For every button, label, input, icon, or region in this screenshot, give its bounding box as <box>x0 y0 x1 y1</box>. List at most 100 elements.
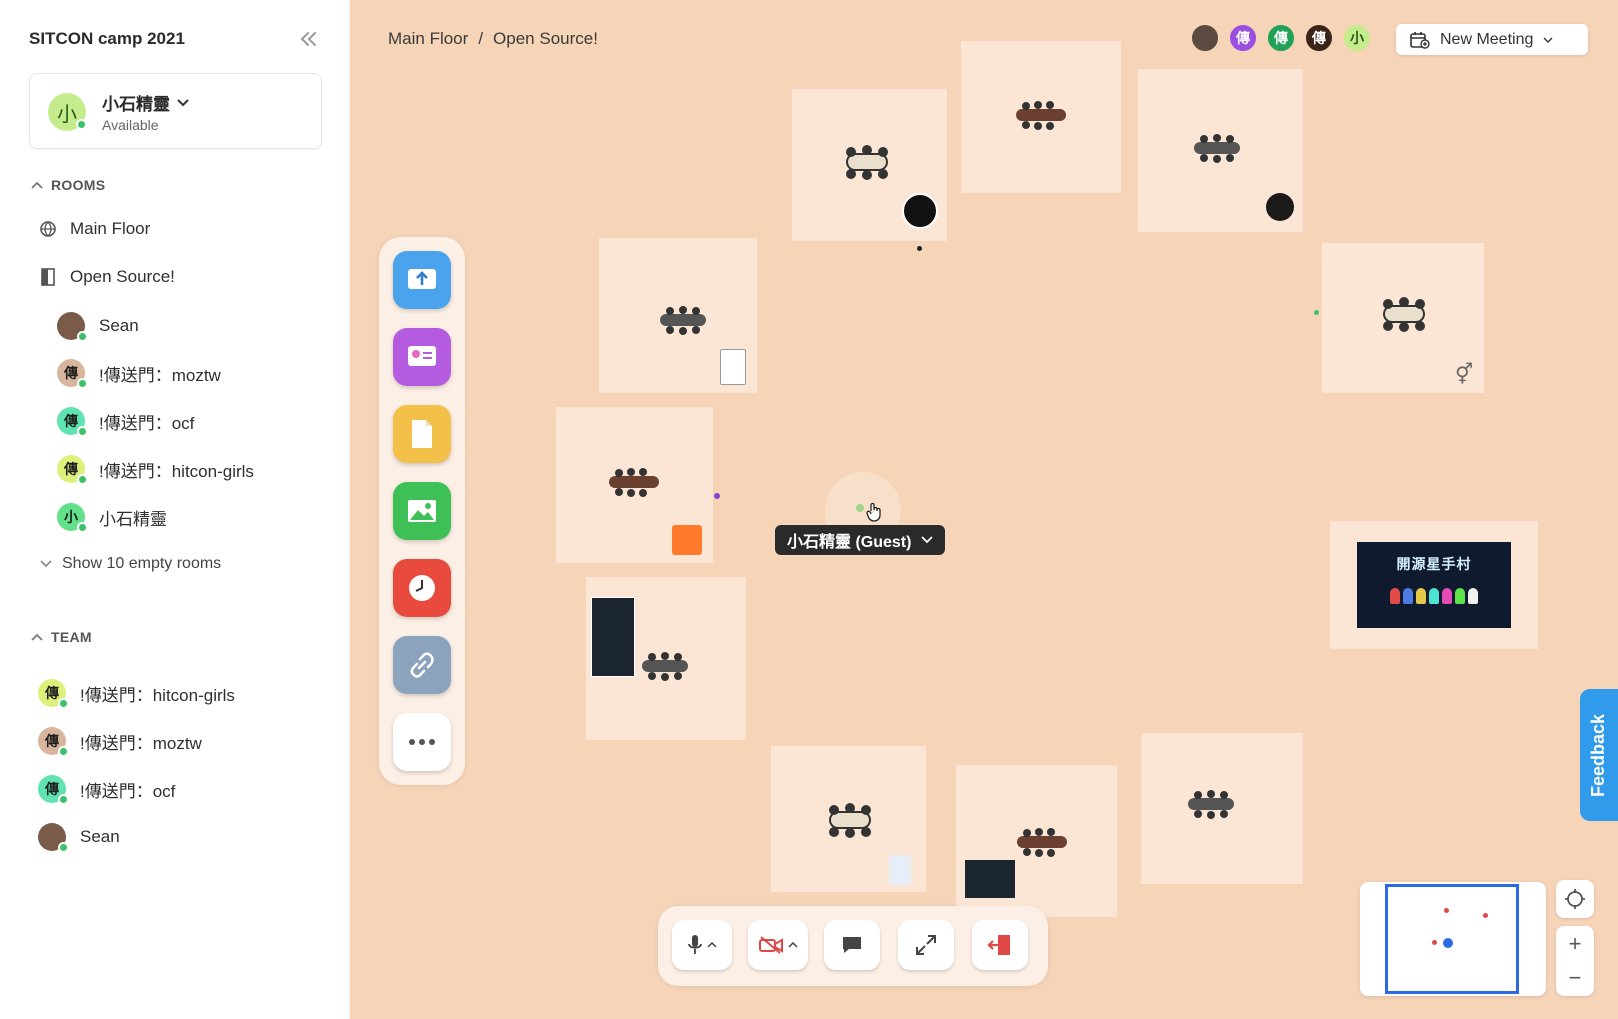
link-tool-button[interactable] <box>393 636 451 694</box>
new-meeting-label: New Meeting <box>1440 30 1534 48</box>
member-name: Sean <box>99 316 139 335</box>
team-member-row[interactable]: 傳 !傳送門：moztw <box>38 725 202 757</box>
participant-avatar[interactable]: 傳 <box>1304 23 1334 53</box>
gender-symbol-icon[interactable]: ⚥ <box>1455 362 1473 387</box>
member-name: 小石精靈 <box>99 509 167 529</box>
online-status-dot <box>58 698 69 709</box>
poster-icon[interactable] <box>720 349 746 385</box>
my-name-text: 小石精靈 (Guest) <box>787 534 912 551</box>
fullscreen-button[interactable] <box>898 920 954 970</box>
camera-off-icon <box>759 936 783 954</box>
minimap[interactable] <box>1360 882 1546 996</box>
whiteboard-icon <box>408 346 436 366</box>
chevron-down-icon <box>1543 37 1553 43</box>
breadcrumb: Main Floor / Open Source! <box>388 29 598 49</box>
sticker-logo-icon[interactable] <box>1266 193 1294 221</box>
sidebar: SITCON camp 2021 小 小石精靈 Available ROOMS <box>0 0 350 1019</box>
upload-tool-button[interactable] <box>393 251 451 309</box>
calendar-add-icon <box>1410 31 1430 49</box>
participant-avatars: 傳 傳 傳 小 <box>1190 23 1372 53</box>
participant-initial: 傳 <box>1274 30 1288 46</box>
current-user-name-row[interactable]: 小石精靈 <box>102 90 190 115</box>
rooms-section-toggle[interactable]: ROOMS <box>31 177 105 193</box>
table-icon <box>1016 101 1066 130</box>
breadcrumb-root[interactable]: Main Floor <box>388 29 468 49</box>
chevron-up-icon <box>31 181 43 189</box>
member-initial: 小 <box>64 509 78 525</box>
member-avatar: 傳 <box>57 455 88 485</box>
current-user-card[interactable]: 小 小石精靈 Available <box>29 73 322 149</box>
team-member-row[interactable]: 傳 !傳送門：ocf <box>38 773 175 805</box>
more-horizontal-icon <box>409 739 435 745</box>
chevron-up-icon <box>31 633 43 641</box>
screen-share-characters <box>1390 588 1478 604</box>
member-name: !傳送門：moztw <box>99 365 221 385</box>
hand-cursor-icon <box>866 502 881 522</box>
room-main-floor[interactable]: Main Floor <box>38 214 150 244</box>
poster-icon[interactable] <box>965 860 1015 898</box>
member-initial: 傳 <box>64 413 78 429</box>
table-icon <box>829 803 871 838</box>
current-user-status: Available <box>102 117 159 133</box>
microphone-button[interactable] <box>672 920 732 970</box>
tool-dock <box>379 237 465 785</box>
participant-avatar[interactable]: 傳 <box>1228 23 1258 53</box>
show-empty-rooms-toggle[interactable]: Show 10 empty rooms <box>40 555 221 573</box>
screen-share-tile[interactable]: 開源星手村 <box>1357 542 1511 628</box>
screen-share-title: 開源星手村 <box>1396 556 1472 572</box>
participant-avatar[interactable] <box>1190 23 1220 53</box>
feedback-button[interactable]: Feedback <box>1580 689 1618 821</box>
upload-icon <box>408 269 436 289</box>
room-member-row[interactable]: Sean <box>57 310 139 342</box>
leave-button[interactable] <box>972 920 1028 970</box>
participant-avatar[interactable]: 傳 <box>1266 23 1296 53</box>
poster-icon[interactable] <box>889 855 911 885</box>
floor-map[interactable]: ⚥ Main Floor / Open Source! 傳 傳 傳 小 New … <box>350 0 1618 1019</box>
team-member-row[interactable]: Sean <box>38 821 120 853</box>
member-name: !傳送門：ocf <box>80 781 176 801</box>
room-member-row[interactable]: 傳 !傳送門：moztw <box>57 357 221 389</box>
poster-icon[interactable] <box>591 597 635 677</box>
more-tools-button[interactable] <box>393 713 451 771</box>
chevron-down-icon <box>40 560 52 568</box>
member-avatar: 傳 <box>38 679 69 709</box>
chevron-down-icon <box>177 98 189 106</box>
zoom-in-button[interactable]: + <box>1569 931 1582 957</box>
collapse-sidebar-icon[interactable] <box>297 27 321 51</box>
my-position-dot <box>856 504 864 512</box>
zoom-controls: + − <box>1556 926 1594 996</box>
online-status-dot <box>77 331 88 342</box>
timer-tool-button[interactable] <box>393 559 451 617</box>
workspace-title: SITCON camp 2021 <box>29 29 185 48</box>
room-member-row[interactable]: 傳 !傳送門：hitcon-girls <box>57 453 254 485</box>
recenter-button[interactable] <box>1556 880 1594 918</box>
room-member-row[interactable]: 傳 !傳送門：ocf <box>57 405 194 437</box>
team-section-toggle[interactable]: TEAM <box>31 629 92 645</box>
zoom-out-button[interactable]: − <box>1569 965 1582 991</box>
table-icon <box>660 306 706 335</box>
document-tool-button[interactable] <box>393 405 451 463</box>
team-member-row[interactable]: 傳 !傳送門：hitcon-girls <box>38 677 235 709</box>
participant-initial: 小 <box>1350 30 1364 46</box>
poster-icon[interactable] <box>672 525 702 555</box>
room-open-source-label: Open Source! <box>70 267 175 286</box>
image-tool-button[interactable] <box>393 482 451 540</box>
sticker-logo-icon[interactable] <box>902 193 938 229</box>
microphone-icon <box>688 935 702 954</box>
room-member-row[interactable]: 小 小石精靈 <box>57 501 167 533</box>
new-meeting-button[interactable]: New Meeting <box>1396 24 1588 55</box>
breadcrumb-current: Open Source! <box>493 29 598 48</box>
member-initial: 傳 <box>45 733 59 749</box>
online-status-dot <box>77 474 88 485</box>
room-open-source[interactable]: Open Source! <box>38 262 175 292</box>
camera-button[interactable] <box>748 920 808 970</box>
crosshair-icon <box>1565 889 1585 909</box>
my-name-label[interactable]: 小石精靈 (Guest) <box>775 525 946 555</box>
participant-avatar[interactable]: 小 <box>1342 23 1372 53</box>
whiteboard-tool-button[interactable] <box>393 328 451 386</box>
table-icon <box>642 652 688 681</box>
minimap-user-dot <box>1444 908 1449 913</box>
current-user-initial: 小 <box>57 103 77 126</box>
table-icon <box>846 145 888 180</box>
chat-button[interactable] <box>824 920 880 970</box>
